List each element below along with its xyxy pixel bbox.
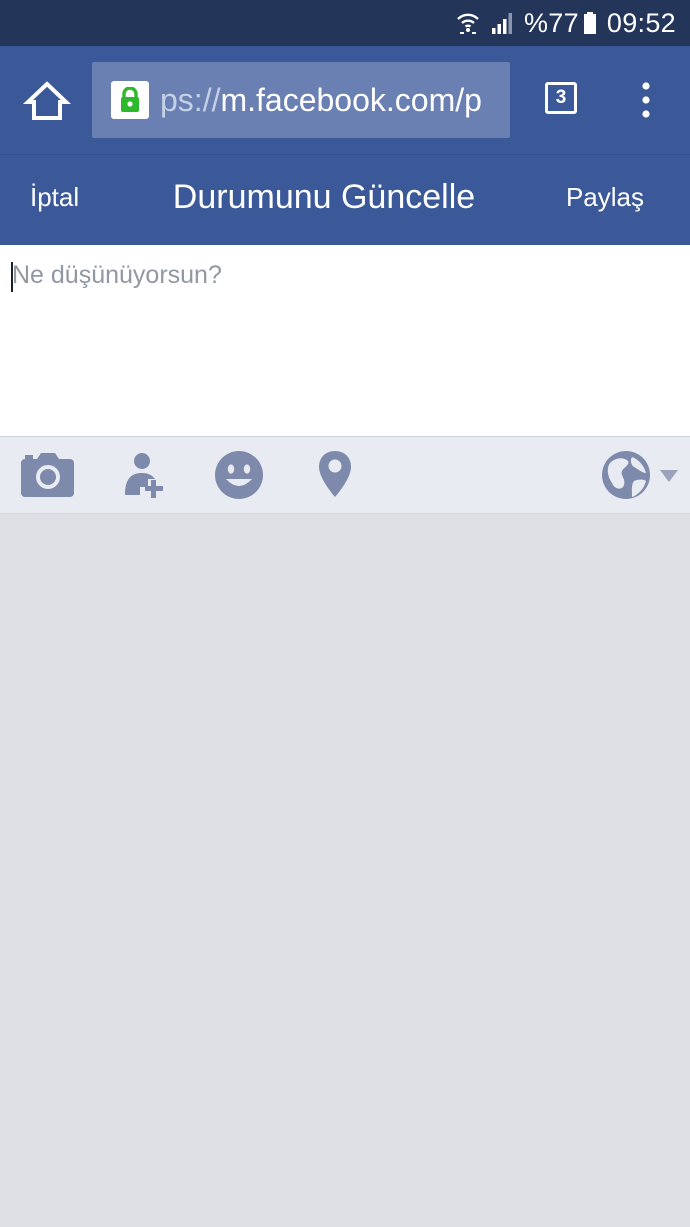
- status-input[interactable]: [0, 245, 690, 435]
- home-button[interactable]: [22, 78, 72, 124]
- text-cursor: [11, 262, 13, 292]
- status-indicators: %77 09:52: [456, 0, 676, 46]
- feeling-icon: [215, 451, 263, 499]
- add-photo-button[interactable]: [20, 449, 76, 501]
- address-bar[interactable]: ps://m.facebook.com/p: [92, 62, 510, 138]
- tab-switcher-button[interactable]: 3: [545, 82, 577, 114]
- home-icon: [22, 81, 72, 120]
- lock-icon: [111, 81, 149, 119]
- share-button[interactable]: Paylaş: [566, 155, 644, 245]
- url-scheme: ps://: [160, 82, 221, 118]
- content-area: [0, 514, 690, 1227]
- cancel-button[interactable]: İptal: [30, 155, 79, 245]
- check-in-button[interactable]: [316, 449, 354, 501]
- url-host: m.facebook.com/p: [220, 82, 482, 118]
- globe-icon: [602, 451, 650, 499]
- overflow-menu-button[interactable]: [636, 82, 656, 118]
- url-text[interactable]: ps://m.facebook.com/p: [160, 62, 490, 138]
- status-bar: %77 09:52: [0, 0, 690, 46]
- battery-percent: %77: [523, 7, 579, 38]
- browser-toolbar: ps://m.facebook.com/p 3: [0, 46, 690, 154]
- camera-icon: [21, 453, 74, 497]
- audience-selector[interactable]: [600, 449, 682, 501]
- signal-icon: [490, 11, 514, 35]
- composer-header: İptal Durumunu Güncelle Paylaş: [0, 154, 690, 245]
- tag-friends-icon: [125, 453, 163, 498]
- clock: 09:52: [606, 7, 676, 38]
- composer-toolbar: [0, 437, 690, 514]
- location-icon: [319, 451, 351, 497]
- feeling-button[interactable]: [214, 449, 264, 501]
- wifi-icon: [456, 11, 480, 35]
- page-title: Durumunu Güncelle: [172, 178, 476, 216]
- battery-icon: [583, 11, 597, 35]
- tag-friends-button[interactable]: [122, 449, 170, 501]
- compose-box: [0, 245, 690, 437]
- battery-indicator: %77: [524, 8, 597, 39]
- overflow-menu-icon: [642, 82, 650, 118]
- audience-dropdown-icon: [660, 470, 678, 482]
